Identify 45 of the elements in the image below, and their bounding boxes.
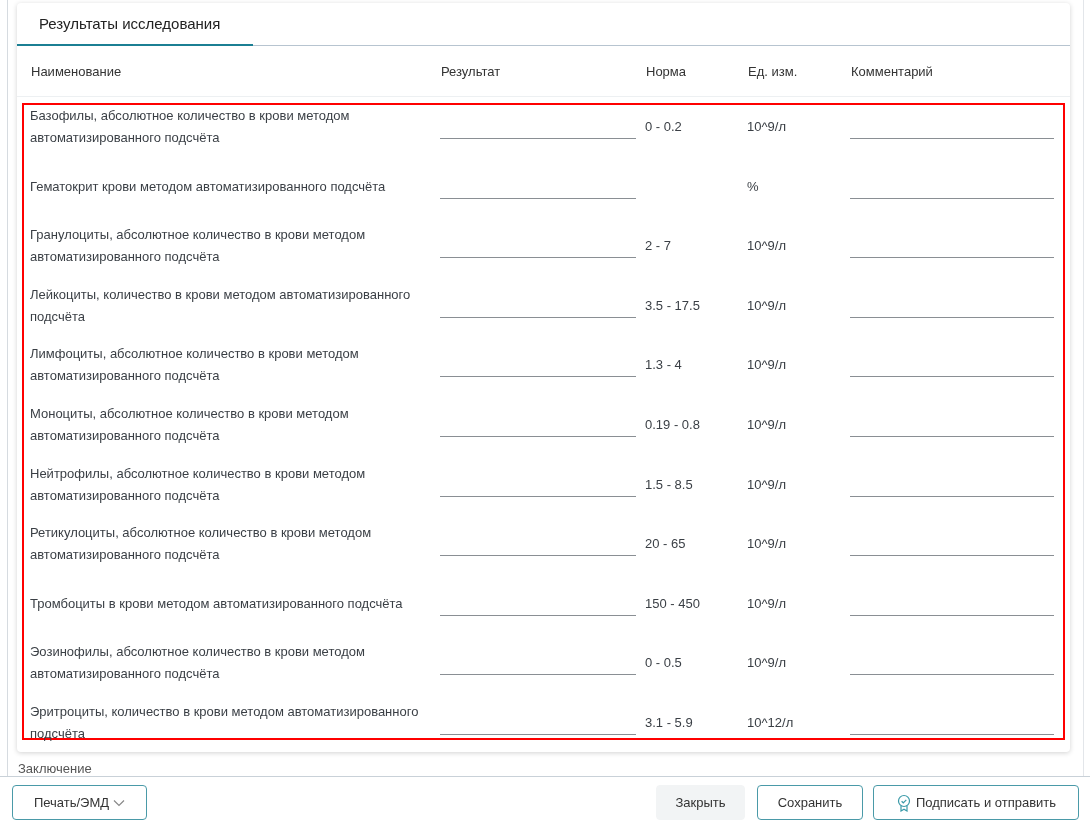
column-header: Наименование: [31, 63, 123, 79]
norm-value: 2 - 7: [645, 238, 671, 254]
test-name: Лимфоциты, абсолютное количество в крови методом автоматизированного подсчёта: [30, 345, 360, 386]
test-name: Нейтрофилы, абсолютное количество в крови методом автоматизированного подсчёта: [30, 464, 367, 505]
award-icon: [895, 793, 912, 812]
test-name: Лейкоциты, количество в крови методом автоматизированного подсчёта: [30, 285, 412, 326]
norm-value: 0 - 0.5: [645, 655, 682, 671]
unit-value: 10^12/л: [747, 714, 794, 730]
norm-value: 20 - 65: [645, 536, 686, 552]
print-button[interactable]: Печать/ЭМД: [12, 785, 147, 820]
unit-value: 10^9/л: [747, 476, 786, 492]
norm-value: 1.5 - 8.5: [645, 476, 693, 492]
caret-icon: [113, 798, 126, 807]
test-name: Гематокрит крови методом автоматизированного подсчёта: [30, 177, 387, 196]
norm-value: 3.5 - 17.5: [645, 297, 700, 313]
norm-value: 0 - 0.2: [645, 119, 682, 134]
unit-value: 10^9/л: [747, 357, 786, 373]
norm-value: 1.3 - 4: [645, 357, 682, 373]
test-name: Тромбоциты в крови методом автоматизированного подсчёта: [30, 594, 404, 613]
unit-value: %: [747, 178, 759, 194]
unit-value: 10^9/л: [747, 297, 786, 313]
save-button[interactable]: Сохранить: [757, 785, 863, 820]
section-label: Заключение: [18, 762, 92, 776]
unit-value: 10^9/л: [747, 416, 786, 432]
unit-value: 10^9/л: [747, 119, 786, 134]
unit-value: 10^9/л: [747, 536, 786, 552]
column-header: Результат: [441, 63, 502, 79]
norm-value: 3.1 - 5.9: [645, 714, 693, 730]
unit-value: 10^9/л: [747, 595, 786, 611]
close-button[interactable]: Закрыть: [656, 785, 745, 820]
column-header: Норма: [646, 63, 687, 79]
test-name: Гранулоциты, абсолютное количество в крови методом автоматизированного подсчёта: [30, 226, 367, 267]
column-header: Ед. изм.: [748, 63, 799, 79]
test-name: Ретикулоциты, абсолютное количество в крови методом автоматизированного подсчёта: [30, 524, 373, 565]
test-name: Базофилы, абсолютное количество в крови методом автоматизированного подсчёта: [30, 107, 351, 147]
test-name: Моноциты, абсолютное количество в крови методом автоматизированного подсчёта: [30, 404, 350, 445]
tab[interactable]: Результаты исследования: [17, 3, 253, 46]
norm-value: 0.19 - 0.8: [645, 416, 700, 432]
sign-send-button[interactable]: Подписать и отправить: [873, 785, 1079, 820]
column-header: Комментарий: [851, 63, 934, 79]
norm-value: 150 - 450: [645, 595, 700, 611]
test-name: Эритроциты, количество в крови методом автоматизированного подсчёта: [30, 702, 420, 743]
test-name: Эозинофилы, абсолютное количество в крови методом автоматизированного подсчёта: [30, 643, 366, 684]
unit-value: 10^9/л: [747, 238, 786, 254]
unit-value: 10^9/л: [747, 655, 786, 671]
